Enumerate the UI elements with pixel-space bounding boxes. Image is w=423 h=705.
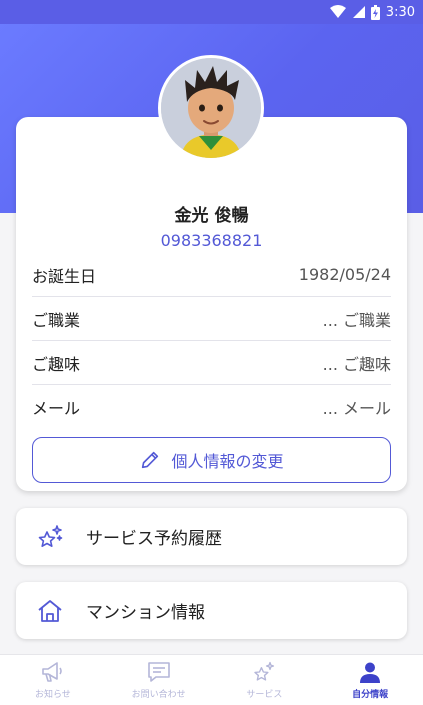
avatar[interactable] [158, 55, 264, 161]
nav-label-services: サービス [246, 690, 283, 700]
home-icon [38, 599, 62, 622]
hobby-value: ... ご趣味 [322, 354, 391, 374]
status-time: 3:30 [385, 4, 415, 20]
occupation-row: ご職業 ... ご職業 [32, 297, 391, 341]
nav-item-my-info[interactable]: 自分情報 [317, 655, 423, 705]
person-icon [360, 662, 381, 683]
megaphone-icon [42, 662, 62, 682]
edit-profile-button[interactable]: 個人情報の変更 [32, 437, 391, 483]
hobby-row: ご趣味 ... ご趣味 [32, 341, 391, 385]
occupation-value: ... ご職業 [322, 310, 391, 330]
bottom-nav: お知らせ お問い合わせ サービス 自分情報 [0, 654, 423, 705]
profile-card: 金光 俊暢 0983368821 お誕生日 1982/05/24 ご職業 ...… [16, 117, 407, 491]
status-bar: 3:30 [0, 0, 423, 24]
user-phone[interactable]: 0983368821 [16, 231, 407, 250]
pencil-icon [142, 451, 159, 469]
user-name: 金光 俊暢 [174, 206, 249, 226]
nav-item-services[interactable]: サービス [212, 655, 318, 705]
sparkle-star-icon [254, 661, 275, 681]
wifi-icon [329, 5, 346, 18]
nav-item-contact[interactable]: お問い合わせ [106, 655, 212, 705]
service-history-label: サービス予約履歴 [86, 529, 222, 549]
sparkle-star-icon [38, 524, 63, 547]
apartment-info-button[interactable]: マンション情報 [16, 582, 407, 639]
email-value: ... メール [322, 399, 391, 418]
nav-item-notices[interactable]: お知らせ [0, 655, 106, 705]
nav-label-notices: お知らせ [34, 690, 71, 700]
email-label: メール [32, 399, 81, 418]
message-icon [147, 662, 170, 682]
nav-label-my-info: 自分情報 [352, 690, 389, 700]
birthday-value: 1982/05/24 [298, 265, 391, 284]
email-row: メール ... メール [32, 385, 391, 429]
hobby-label: ご趣味 [32, 354, 81, 374]
cellular-signal-icon [352, 6, 365, 18]
apartment-info-label: マンション情報 [86, 603, 205, 623]
birthday-row: お誕生日 1982/05/24 [32, 253, 391, 297]
avatar-image [161, 58, 261, 158]
birthday-label: お誕生日 [32, 266, 97, 286]
nav-label-contact: お問い合わせ [131, 690, 186, 700]
edit-profile-label: 個人情報の変更 [171, 452, 284, 471]
battery-charging-icon [370, 4, 380, 20]
service-history-button[interactable]: サービス予約履歴 [16, 508, 407, 565]
occupation-label: ご職業 [32, 310, 81, 330]
